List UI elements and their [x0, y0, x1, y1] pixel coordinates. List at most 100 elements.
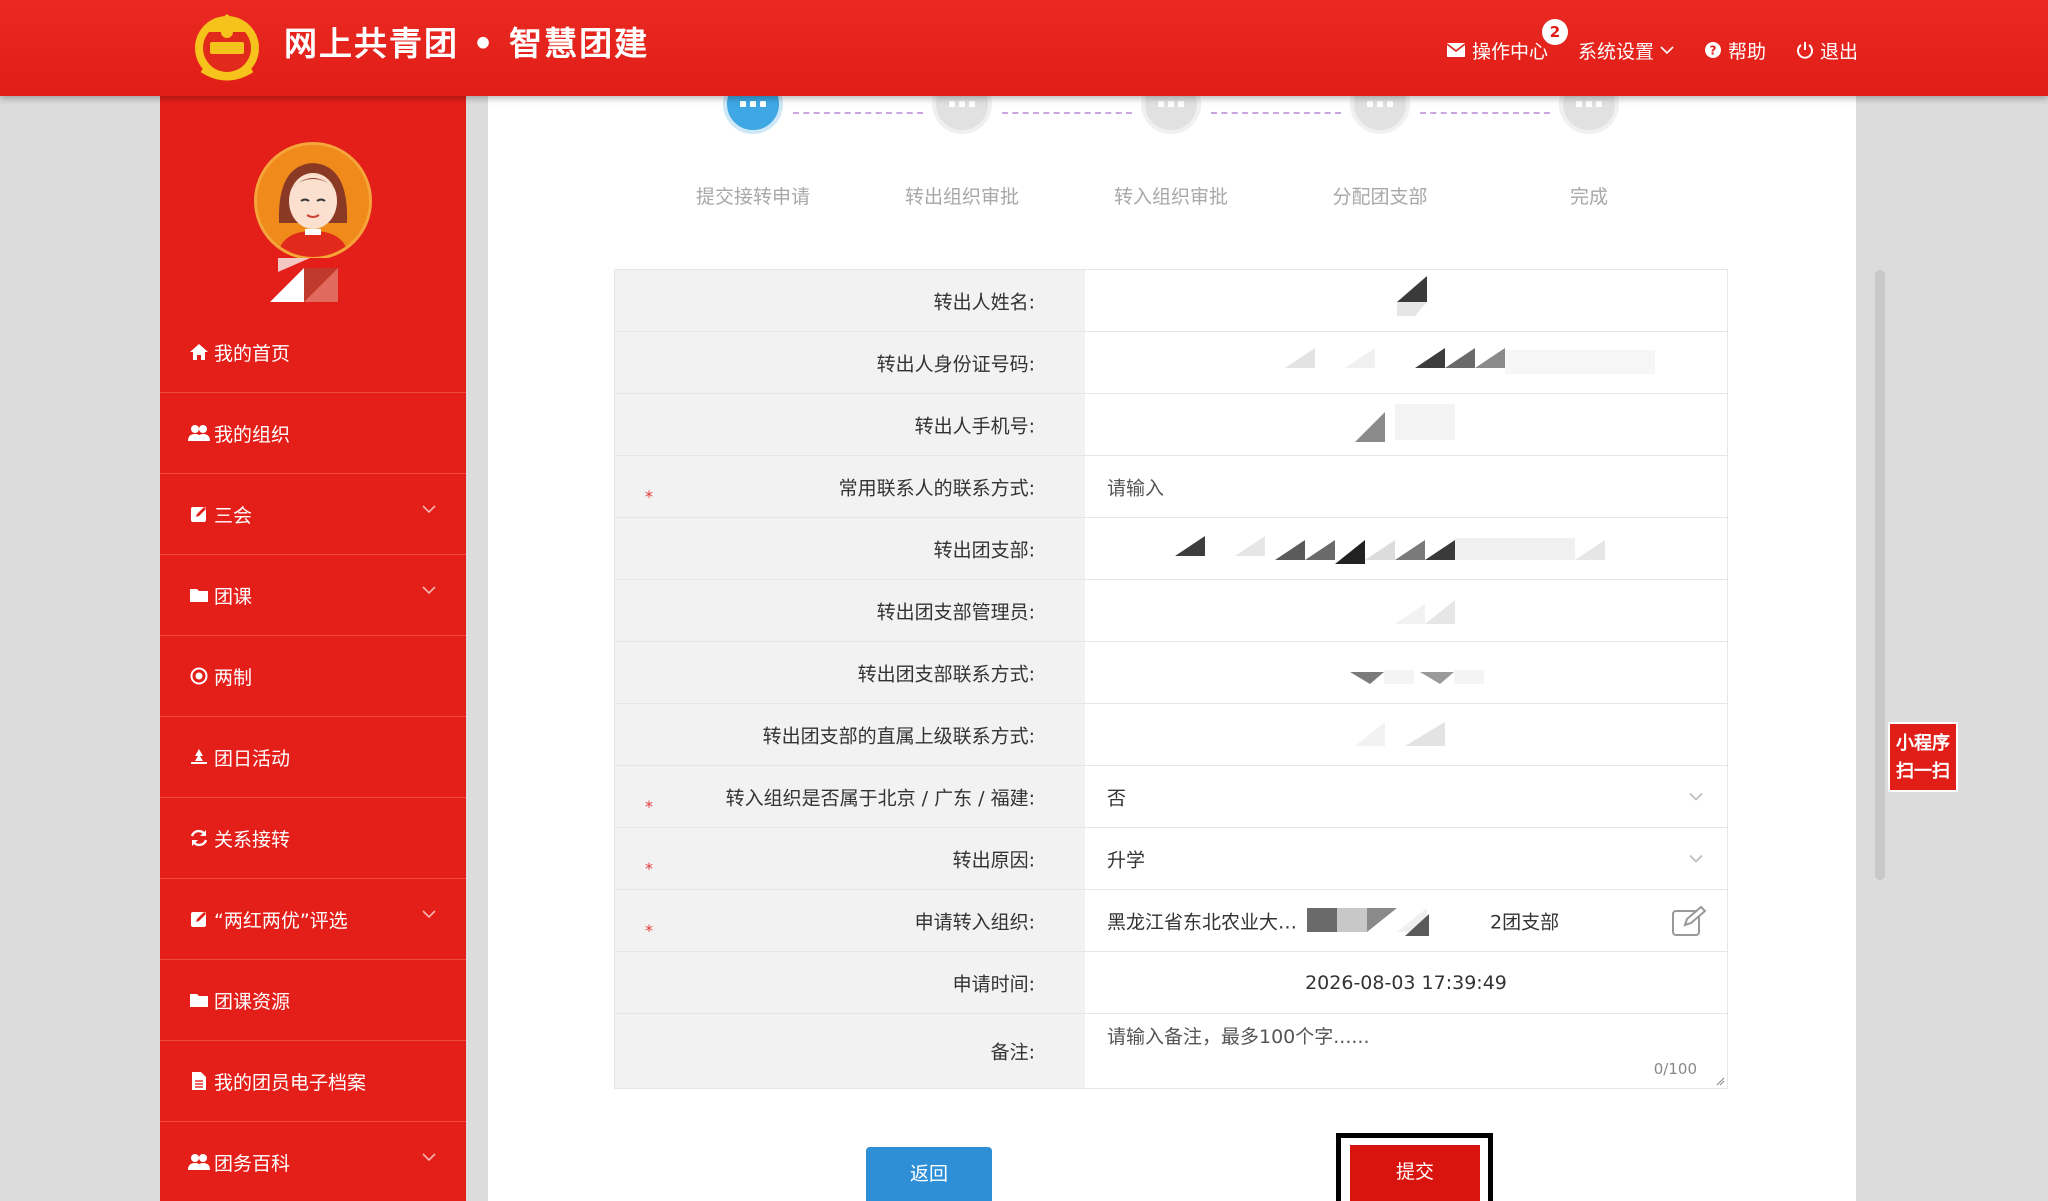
sidebar-item-class-resources[interactable]: 团课资源	[160, 960, 466, 1041]
required-mark: *	[645, 796, 653, 816]
sidebar-item-home[interactable]: 我的首页	[160, 312, 466, 393]
select-value: 否	[1107, 787, 1127, 809]
sidebar-item-member-archive[interactable]: 我的团员电子档案	[160, 1041, 466, 1122]
sidebar-item-label: 我的团员电子档案	[214, 1071, 367, 1094]
chevron-down-icon	[422, 586, 436, 595]
form-row-apply-time: 申请时间: 2026-08-03 17:39:49	[615, 952, 1727, 1014]
id-number-value	[1085, 332, 1727, 393]
name-value	[1085, 270, 1727, 331]
target-icon	[188, 665, 210, 687]
app-title: 网上共青团 • 智慧团建	[284, 24, 650, 63]
remark-textarea[interactable]: 请输入备注，最多100个字...... 0/100	[1085, 1014, 1727, 1088]
edit-icon	[188, 908, 210, 930]
form-row-superior-contact: 转出团支部的直属上级联系方式:	[615, 704, 1727, 766]
reason-select[interactable]: 升学	[1085, 828, 1727, 889]
contact-input[interactable]: 请输入	[1085, 456, 1727, 517]
sidebar-item-label: 关系接转	[214, 828, 291, 851]
sidebar-item-label: 两制	[214, 666, 253, 689]
field-label: 转入组织是否属于北京 / 广东 / 福建:	[725, 787, 1035, 809]
edit-icon[interactable]	[1671, 905, 1707, 937]
refresh-icon	[188, 827, 210, 849]
field-label: 转出人身份证号码:	[876, 353, 1035, 375]
redaction-mask	[1350, 670, 1484, 684]
redaction-mask	[1285, 348, 1655, 374]
step-label: 完成	[1569, 186, 1608, 208]
required-mark: *	[645, 858, 653, 878]
mini-program-qr-button[interactable]: 小程序 扫一扫	[1888, 722, 1958, 792]
sidebar-item-my-org[interactable]: 我的组织	[160, 393, 466, 474]
field-label: 转出团支部的直属上级联系方式:	[762, 725, 1035, 747]
select-value: 升学	[1107, 849, 1146, 871]
superior-contact-value	[1085, 704, 1727, 765]
field-label: 转出团支部管理员:	[876, 601, 1035, 623]
required-mark: *	[645, 486, 653, 506]
transfer-form: 转出人姓名: 转出人身份证号码: 转出人手机号: * 常用联系人的联系方式: 请…	[614, 269, 1728, 1089]
logout-label: 退出	[1819, 40, 1858, 63]
logout-link[interactable]: 退出	[1796, 37, 1858, 64]
back-button[interactable]: 返回	[866, 1147, 992, 1201]
target-org-suffix: 2团支部	[1490, 911, 1560, 933]
settings-dropdown[interactable]: 系统设置	[1578, 37, 1674, 64]
folder-icon	[188, 584, 210, 606]
chevron-down-icon	[1689, 792, 1703, 801]
input-placeholder: 请输入	[1107, 477, 1165, 499]
form-row-branch-admin: 转出团支部管理员:	[615, 580, 1727, 642]
target-org-picker[interactable]: 黑龙江省东北农业大… 2团支部	[1085, 890, 1727, 951]
char-counter: 0/100	[1653, 1060, 1697, 1078]
form-row-contact: * 常用联系人的联系方式: 请输入	[615, 456, 1727, 518]
step-label: 分配团支部	[1332, 186, 1428, 208]
youth-league-logo	[195, 14, 259, 81]
sidebar-item-label: 我的组织	[214, 423, 291, 446]
sidebar-item-label: “两红两优”评选	[214, 909, 348, 932]
branch-contact-value	[1085, 642, 1727, 703]
home-icon	[188, 341, 210, 363]
form-row-name: 转出人姓名:	[615, 270, 1727, 332]
users-icon	[188, 1151, 210, 1173]
target-org-prefix: 黑龙江省东北农业大…	[1107, 911, 1298, 933]
submit-button[interactable]: 提交	[1350, 1145, 1480, 1201]
sidebar-item-league-wiki[interactable]: 团务百科	[160, 1122, 466, 1201]
ops-center-link[interactable]: 操作中心 2	[1446, 18, 1568, 64]
sidebar-item-label: 我的首页	[214, 342, 291, 365]
sidebar-item-label: 团课资源	[214, 990, 291, 1013]
help-icon: ?	[1704, 42, 1721, 58]
sidebar-item-two-red-two-excellent[interactable]: “两红两优”评选	[160, 879, 466, 960]
branch-admin-value	[1085, 580, 1727, 641]
sidebar-item-league-class[interactable]: 团课	[160, 555, 466, 636]
sidebar-item-league-day[interactable]: 团日活动	[160, 717, 466, 798]
users-icon	[188, 422, 210, 444]
redaction-mask	[1397, 276, 1427, 316]
redaction-mask	[1355, 404, 1455, 442]
step-label: 转入组织审批	[1113, 186, 1228, 208]
power-icon	[1797, 42, 1813, 59]
apply-time-value: 2026-08-03 17:39:49	[1085, 952, 1727, 1013]
sidebar-item-three-meetings[interactable]: 三会	[160, 474, 466, 555]
top-navigation-bar: 网上共青团 • 智慧团建 操作中心 2 系统设置 ? 帮助 退出	[0, 0, 2048, 96]
page-scrollbar[interactable]	[1875, 270, 1885, 880]
form-row-branch-contact: 转出团支部联系方式:	[615, 642, 1727, 704]
field-label: 转出人手机号:	[914, 415, 1035, 437]
svg-text:?: ?	[1709, 44, 1716, 58]
sidebar-item-label: 三会	[214, 504, 253, 527]
resize-grip-icon[interactable]	[1715, 1076, 1725, 1086]
field-label: 转出原因:	[952, 849, 1035, 871]
sidebar-item-two-systems[interactable]: 两制	[160, 636, 466, 717]
sidebar-item-label: 团日活动	[214, 747, 291, 770]
help-link[interactable]: ? 帮助	[1704, 37, 1766, 64]
step-label: 转出组织审批	[904, 186, 1019, 208]
step-connector	[1420, 112, 1550, 114]
region-select[interactable]: 否	[1085, 766, 1727, 827]
redaction-mask	[1305, 908, 1429, 936]
apply-time: 2026-08-03 17:39:49	[1305, 971, 1507, 994]
form-row-id-number: 转出人身份证号码:	[615, 332, 1727, 394]
sidebar-item-label: 团务百科	[214, 1152, 291, 1175]
sidebar-menu: 我的首页 我的组织 三会 团课 两制 团日活动 关系接转 “两红两优”评选 团课…	[160, 312, 466, 1201]
redaction-mask	[1175, 536, 1605, 564]
chevron-down-icon	[422, 505, 436, 514]
sidebar-item-relation-transfer[interactable]: 关系接转	[160, 798, 466, 879]
ops-center-label: 操作中心	[1471, 40, 1548, 63]
field-label: 转出团支部:	[933, 539, 1035, 561]
mini-program-line1: 小程序	[1896, 733, 1950, 754]
chevron-down-icon	[1689, 854, 1703, 863]
avatar[interactable]	[254, 142, 372, 260]
